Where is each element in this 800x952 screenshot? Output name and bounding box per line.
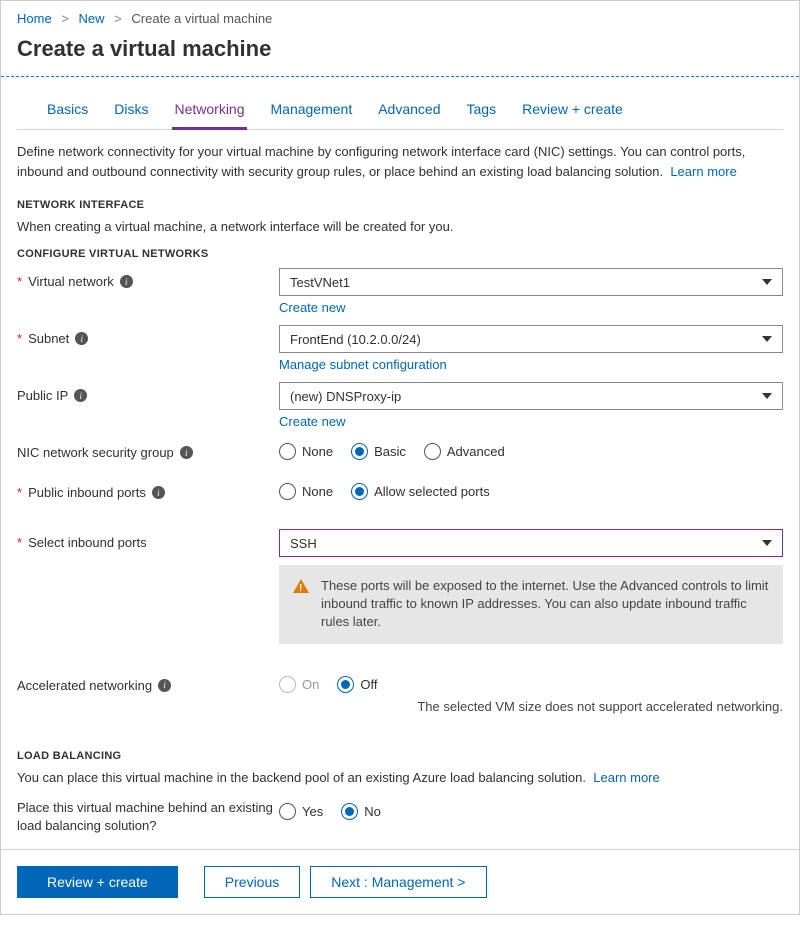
inbound-radio-none[interactable]: None	[279, 483, 333, 500]
chevron-down-icon	[762, 393, 772, 399]
warning-icon	[293, 579, 309, 593]
footer: Review + create Previous Next : Manageme…	[1, 849, 799, 914]
section-configure-vnets: CONFIGURE VIRTUAL NETWORKS	[17, 248, 783, 260]
tab-tags[interactable]: Tags	[465, 93, 499, 129]
selports-label: Select inbound ports	[28, 535, 147, 550]
chevron-right-icon: >	[61, 11, 69, 26]
next-button[interactable]: Next : Management >	[310, 866, 486, 898]
required-icon: *	[17, 535, 22, 550]
vnet-label: Virtual network	[28, 274, 114, 289]
accel-note: The selected VM size does not support ac…	[279, 699, 783, 714]
intro-text: Define network connectivity for your vir…	[17, 142, 783, 181]
nsg-radio-none[interactable]: None	[279, 443, 333, 460]
info-icon[interactable]: i	[120, 275, 133, 288]
publicip-label: Public IP	[17, 388, 68, 403]
nsg-radio-advanced[interactable]: Advanced	[424, 443, 505, 460]
section-load-balancing: LOAD BALANCING	[17, 750, 783, 762]
ni-description: When creating a virtual machine, a netwo…	[17, 219, 783, 234]
tab-disks[interactable]: Disks	[112, 93, 150, 129]
accel-radio-off[interactable]: Off	[337, 676, 377, 693]
chevron-down-icon	[762, 336, 772, 342]
subnet-label: Subnet	[28, 331, 69, 346]
nsg-radio-basic[interactable]: Basic	[351, 443, 406, 460]
chevron-down-icon	[762, 540, 772, 546]
ports-warning-text: These ports will be exposed to the inter…	[321, 577, 769, 632]
vnet-create-new-link[interactable]: Create new	[279, 300, 345, 315]
inbound-radio-allow[interactable]: Allow selected ports	[351, 483, 490, 500]
tab-review-create[interactable]: Review + create	[520, 93, 625, 129]
lb-description: You can place this virtual machine in th…	[17, 770, 783, 785]
lb-radio-yes[interactable]: Yes	[279, 803, 323, 820]
info-icon[interactable]: i	[180, 446, 193, 459]
subnet-value: FrontEnd (10.2.0.0/24)	[290, 332, 421, 347]
vnet-select[interactable]: TestVNet1	[279, 268, 783, 296]
chevron-down-icon	[762, 279, 772, 285]
chevron-right-icon: >	[114, 11, 122, 26]
nsg-radio-group: None Basic Advanced	[279, 439, 783, 460]
inbound-radio-group: None Allow selected ports	[279, 479, 783, 500]
learn-more-link[interactable]: Learn more	[670, 164, 736, 179]
publicip-create-new-link[interactable]: Create new	[279, 414, 345, 429]
lb-question-label: Place this virtual machine behind an exi…	[17, 799, 279, 835]
breadcrumb-home[interactable]: Home	[17, 11, 52, 26]
lb-radio-group: Yes No	[279, 799, 783, 820]
subnet-select[interactable]: FrontEnd (10.2.0.0/24)	[279, 325, 783, 353]
lb-radio-no[interactable]: No	[341, 803, 381, 820]
selports-select[interactable]: SSH	[279, 529, 783, 557]
tab-management[interactable]: Management	[269, 93, 355, 129]
tab-basics[interactable]: Basics	[45, 93, 90, 129]
lb-learn-more-link[interactable]: Learn more	[593, 770, 659, 785]
tabs: Basics Disks Networking Management Advan…	[17, 93, 783, 130]
info-icon[interactable]: i	[152, 486, 165, 499]
nsg-label: NIC network security group	[17, 445, 174, 460]
inbound-label: Public inbound ports	[28, 485, 146, 500]
page-title: Create a virtual machine	[1, 32, 799, 76]
info-icon[interactable]: i	[74, 389, 87, 402]
required-icon: *	[17, 485, 22, 500]
tab-advanced[interactable]: Advanced	[376, 93, 442, 129]
publicip-select[interactable]: (new) DNSProxy-ip	[279, 382, 783, 410]
ports-warning: These ports will be exposed to the inter…	[279, 565, 783, 644]
info-icon[interactable]: i	[75, 332, 88, 345]
accel-label: Accelerated networking	[17, 678, 152, 693]
required-icon: *	[17, 331, 22, 346]
publicip-value: (new) DNSProxy-ip	[290, 389, 401, 404]
breadcrumb: Home > New > Create a virtual machine	[1, 1, 799, 32]
required-icon: *	[17, 274, 22, 289]
breadcrumb-new[interactable]: New	[79, 11, 105, 26]
selports-value: SSH	[290, 536, 317, 551]
section-network-interface: NETWORK INTERFACE	[17, 199, 783, 211]
accel-radio-on: On	[279, 676, 319, 693]
breadcrumb-current: Create a virtual machine	[131, 11, 272, 26]
subnet-manage-link[interactable]: Manage subnet configuration	[279, 357, 447, 372]
review-create-button[interactable]: Review + create	[17, 866, 178, 898]
tab-networking[interactable]: Networking	[172, 93, 246, 130]
divider-dashed	[1, 76, 799, 77]
info-icon[interactable]: i	[158, 679, 171, 692]
previous-button[interactable]: Previous	[204, 866, 300, 898]
vnet-value: TestVNet1	[290, 275, 350, 290]
accel-radio-group: On Off	[279, 672, 783, 693]
